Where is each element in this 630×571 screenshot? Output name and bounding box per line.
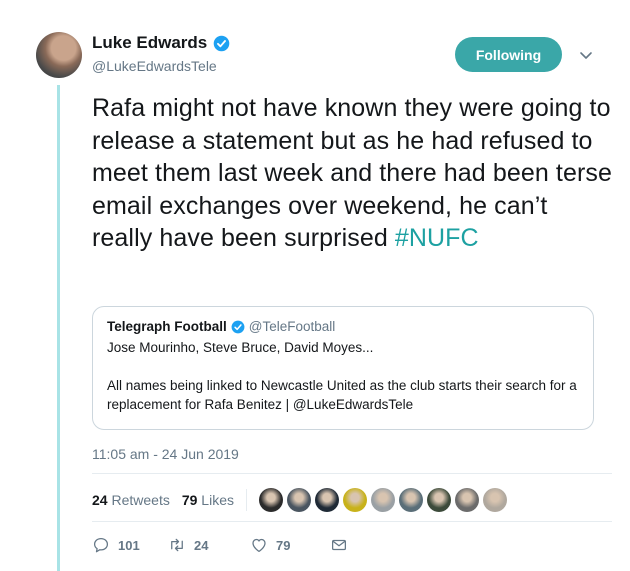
liker-avatar[interactable] xyxy=(342,488,367,512)
liker-avatars xyxy=(258,488,507,512)
engagement-stats: 24 Retweets 79 Likes xyxy=(92,488,507,512)
chevron-down-icon[interactable] xyxy=(578,47,594,63)
liker-avatar[interactable] xyxy=(482,488,507,512)
liker-avatar[interactable] xyxy=(370,488,395,512)
liker-avatar[interactable] xyxy=(258,488,283,512)
quoted-author-row: Telegraph Football @TeleFootball xyxy=(107,319,579,334)
envelope-icon xyxy=(331,539,347,551)
likes-count: 79 xyxy=(181,492,198,508)
quoted-text-line2: All names being linked to Newcastle Unit… xyxy=(107,378,577,412)
action-bar: 101 24 79 xyxy=(92,536,348,554)
quoted-text: Jose Mourinho, Steve Bruce, David Moyes.… xyxy=(107,338,579,414)
liker-avatar[interactable] xyxy=(426,488,451,512)
like-count: 79 xyxy=(276,537,291,553)
divider xyxy=(92,521,612,522)
liker-avatar[interactable] xyxy=(286,488,311,512)
likes-label: Likes xyxy=(201,492,234,508)
tweet-timestamp[interactable]: 11:05 am - 24 Jun 2019 xyxy=(92,446,239,462)
retweets-stat[interactable]: 24 Retweets xyxy=(92,492,170,508)
retweets-count: 24 xyxy=(92,492,108,508)
quoted-handle: @TeleFootball xyxy=(248,319,336,334)
author-handle[interactable]: @LukeEdwardsTele xyxy=(92,58,217,74)
quoted-display-name: Telegraph Football xyxy=(107,319,227,334)
retweets-label: Retweets xyxy=(111,492,170,508)
tweet-text: Rafa might not have known they were goin… xyxy=(92,92,612,255)
reply-icon xyxy=(93,537,109,553)
liker-avatar[interactable] xyxy=(314,488,339,512)
liker-avatar[interactable] xyxy=(454,488,479,512)
verified-badge-icon xyxy=(231,320,245,333)
heart-icon xyxy=(252,538,266,553)
author-name-row: Luke Edwards xyxy=(92,33,230,53)
reply-button[interactable]: 101 xyxy=(92,536,168,554)
likes-stat[interactable]: 79 Likes xyxy=(182,492,234,508)
verified-badge-icon xyxy=(213,35,230,51)
reply-count: 101 xyxy=(118,537,140,553)
retweet-button[interactable]: 24 xyxy=(168,536,250,554)
retweet-count: 24 xyxy=(194,537,209,553)
thread-line xyxy=(57,85,60,571)
like-button[interactable]: 79 xyxy=(250,536,330,554)
quoted-text-line1: Jose Mourinho, Steve Bruce, David Moyes.… xyxy=(107,340,374,355)
author-display-name[interactable]: Luke Edwards xyxy=(92,33,207,53)
quoted-tweet-card[interactable]: Telegraph Football @TeleFootball Jose Mo… xyxy=(92,306,594,430)
retweet-icon xyxy=(171,538,183,552)
hashtag-link[interactable]: #NUFC xyxy=(395,224,479,252)
divider xyxy=(92,473,612,474)
avatar[interactable] xyxy=(36,32,82,78)
divider xyxy=(245,489,247,511)
following-button[interactable]: Following xyxy=(455,37,562,72)
tweet-body: Rafa might not have known they were goin… xyxy=(92,94,612,252)
direct-message-button[interactable] xyxy=(330,536,348,554)
liker-avatar[interactable] xyxy=(398,488,423,512)
